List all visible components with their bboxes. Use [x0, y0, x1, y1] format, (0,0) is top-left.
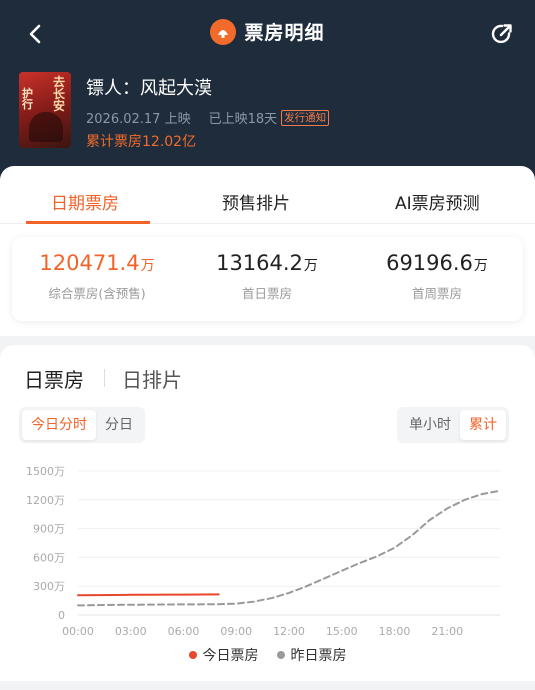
stat-first-week: 69196.6万 首周票房 — [352, 251, 522, 302]
summary-panel: 日期票房 预售排片 AI票房预测 120471.4万 综合票房(含预售) 131… — [0, 166, 535, 336]
range-option-hourly-today[interactable]: 今日分时 — [22, 410, 96, 440]
stat-total-label: 综合票房(含预售) — [48, 286, 146, 301]
range-option-daily[interactable]: 分日 — [96, 410, 142, 440]
stat-first-day-label: 首日票房 — [241, 286, 292, 301]
days-showing: 已上映18天 — [208, 112, 278, 127]
movie-header: 票房明细 去长安 护行 镖人：风起大漠 2026.02.17 上映 已上映18天… — [0, 0, 535, 185]
legend-yesterday-label: 昨日票房 — [290, 648, 347, 664]
y-tick-label: 1500万 — [26, 465, 65, 478]
x-tick-label: 09:00 — [220, 625, 252, 638]
legend-yesterday[interactable]: 昨日票房 — [276, 645, 347, 665]
x-tick-label: 18:00 — [379, 625, 411, 638]
mode-option-cumulative[interactable]: 累计 — [460, 410, 506, 440]
y-tick-label: 300万 — [33, 580, 65, 593]
mode-toggle: 单小时 累计 — [397, 407, 509, 443]
x-tick-label: 00:00 — [62, 625, 94, 638]
chart-legend: 今日票房 昨日票房 — [0, 645, 535, 665]
stat-first-week-unit: 万 — [473, 258, 488, 274]
legend-today-label: 今日票房 — [202, 648, 259, 664]
tab-daily-box-office[interactable]: 日期票房 — [51, 189, 119, 214]
total-box-office: 累计票房12.02亿 — [86, 134, 197, 150]
x-tick-label: 21:00 — [431, 625, 463, 638]
box-office-line-chart: 0 300万 600万 900万 1200万 1500万 00:00 03:00 06:00 09… — [26, 465, 501, 638]
movie-poster[interactable]: 去长安 护行 — [19, 72, 71, 148]
active-tab-indicator — [26, 221, 150, 224]
x-tick-label: 03:00 — [115, 625, 147, 638]
x-tick-label: 06:00 — [168, 625, 200, 638]
mode-option-hourly[interactable]: 单小时 — [400, 410, 460, 440]
stat-total-unit: 万 — [140, 258, 155, 274]
legend-today-dot — [188, 651, 197, 659]
range-toggle: 今日分时 分日 — [19, 407, 145, 443]
y-tick-label: 900万 — [33, 523, 65, 536]
y-tick-label: 600万 — [33, 551, 65, 564]
x-tick-label: 15:00 — [326, 625, 358, 638]
stat-first-week-label: 首周票房 — [411, 286, 462, 301]
poster-caption-side: 护行 — [22, 87, 33, 111]
series-today-line — [77, 593, 220, 597]
stat-total: 120471.4万 综合票房(含预售) — [12, 251, 182, 302]
tab-daily-gross[interactable]: 日票房 — [24, 364, 84, 393]
stat-first-day-value: 13164.2 — [216, 251, 303, 275]
y-tick-label: 1200万 — [26, 494, 65, 507]
release-notice-badge[interactable]: 发行通知 — [281, 109, 330, 126]
share-icon[interactable] — [489, 21, 515, 47]
tab-daily-screenings[interactable]: 日排片 — [122, 364, 182, 393]
stat-first-day-unit: 万 — [303, 258, 318, 274]
main-tabs: 日期票房 预售排片 AI票房预测 — [0, 166, 535, 224]
stat-first-day: 13164.2万 首日票房 — [182, 251, 352, 302]
movie-meta: 2026.02.17 上映 已上映18天 发行通知 — [86, 108, 330, 127]
y-tick-label: 0 — [58, 609, 65, 622]
poster-caption: 去长安 — [53, 75, 66, 113]
movie-title: 镖人：风起大漠 — [86, 78, 212, 99]
stat-first-week-value: 69196.6 — [386, 251, 473, 275]
series-yesterday-line — [77, 489, 501, 607]
page-title: 票房明细 — [244, 22, 325, 44]
legend-today[interactable]: 今日票房 — [188, 645, 259, 665]
daily-chart-card: 日票房 日排片 今日分时 分日 单小时 累计 0 300万 600万 900万 1200… — [0, 345, 535, 681]
stats-card: 120471.4万 综合票房(含预售) 13164.2万 首日票房 69196.… — [12, 237, 523, 321]
legend-yesterday-dot — [276, 651, 285, 659]
stat-total-value: 120471.4 — [39, 251, 140, 275]
tab-ai-forecast[interactable]: AI票房预测 — [395, 189, 480, 214]
app-logo-icon — [210, 18, 237, 45]
tab-presale-schedule[interactable]: 预售排片 — [222, 189, 290, 214]
x-tick-label: 12:00 — [273, 625, 305, 638]
release-date: 2026.02.17 上映 — [86, 112, 191, 127]
